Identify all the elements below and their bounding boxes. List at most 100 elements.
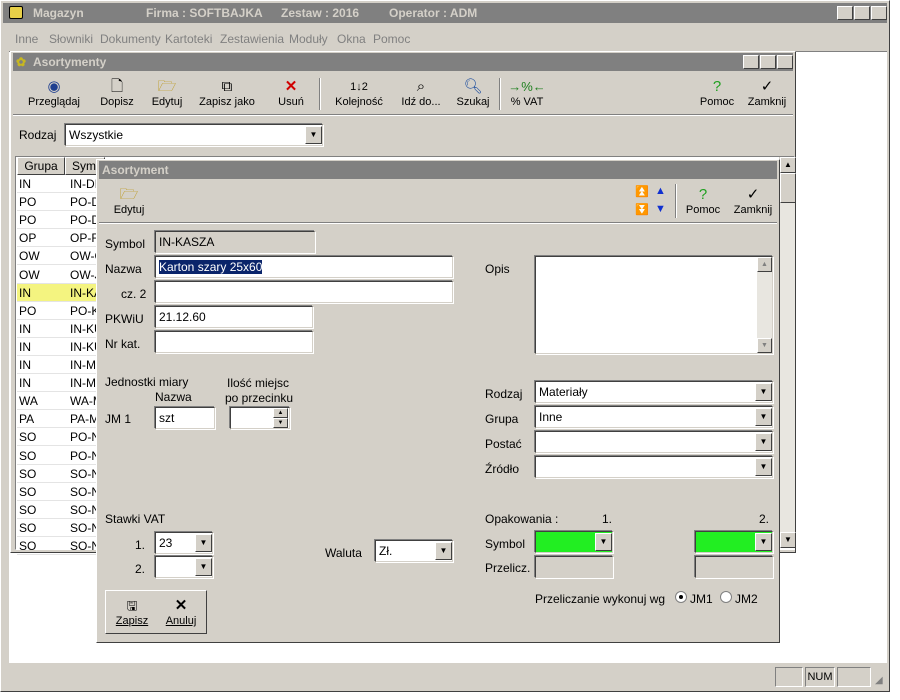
table-row[interactable]: OW OW-J	[17, 266, 107, 284]
zapisz-button[interactable]: 🖫 Zapisz	[111, 597, 153, 628]
nav-next-icon[interactable]: ▼	[655, 203, 666, 215]
menu-moduly[interactable]: Moduły	[289, 32, 328, 46]
radio-jm2[interactable]	[720, 591, 732, 603]
rodzaj-select[interactable]: Materiały	[535, 381, 773, 403]
table-row[interactable]: SO SO-N	[17, 483, 107, 501]
nazwa-input[interactable]: Karton szary 25x60	[155, 256, 453, 278]
przegladaj-button[interactable]: ◉ Przeglądaj	[27, 78, 81, 109]
zrodlo-dropdown-arrow[interactable]: ▼	[755, 458, 772, 476]
grupa-label: Grupa	[485, 412, 519, 426]
table-row[interactable]: WA WA-M	[17, 392, 107, 411]
menu-okna[interactable]: Okna	[337, 32, 366, 46]
usun-button[interactable]: ✕ Usuń	[273, 78, 309, 109]
cell-grupa: PA	[19, 412, 35, 427]
menu-dokumenty[interactable]: Dokumenty	[100, 32, 161, 46]
dialog-toolbar-bottom-line	[99, 222, 777, 224]
table-row[interactable]: PO PO-D	[17, 193, 107, 212]
table-row[interactable]: IN IN-KU	[17, 338, 107, 356]
zapisz-jako-button[interactable]: ⧉ Zapisz jako	[197, 78, 257, 109]
list-maximize-button[interactable]: □	[760, 55, 776, 69]
postac-dropdown-arrow[interactable]: ▼	[755, 433, 772, 451]
table-row[interactable]: IN IN-KU	[17, 320, 107, 338]
ilosc-spin-up[interactable]: ▲	[273, 408, 288, 418]
grid-scroll-up[interactable]: ▲	[780, 157, 796, 173]
jm1-input[interactable]: szt	[155, 407, 215, 429]
table-row[interactable]: PA PA-M	[17, 410, 107, 429]
list-close-button[interactable]: ✕	[777, 55, 793, 69]
maximize-button[interactable]: □	[854, 6, 870, 20]
opis-scroll-up[interactable]: ▲	[757, 257, 772, 272]
symbol-field: IN-KASZA	[155, 231, 315, 253]
table-row[interactable]: IN IN-M	[17, 356, 107, 374]
table-row[interactable]: SO SO-N	[17, 501, 107, 519]
table-row[interactable]: SO PO-N	[17, 428, 107, 447]
grid-scroll-thumb[interactable]	[780, 173, 796, 203]
cell-grupa: IN	[19, 358, 31, 372]
edytuj-button[interactable]: 🗁 Edytuj	[147, 78, 187, 109]
table-row[interactable]: SO SO-N	[17, 537, 107, 555]
grid-vscroll[interactable]: ▲ ▼	[779, 157, 796, 548]
cell-grupa: PO	[19, 303, 37, 318]
radio-jm1[interactable]	[675, 591, 687, 603]
menu-pomoc[interactable]: Pomoc	[373, 32, 410, 46]
table-row[interactable]: PO PO-K	[17, 302, 107, 320]
postac-select[interactable]	[535, 431, 773, 453]
opis-scroll-down[interactable]: ▼	[757, 338, 772, 353]
menu-slowniki[interactable]: Słowniki	[49, 32, 93, 46]
kolejnosc-button[interactable]: 1↓2 Kolejność	[331, 78, 387, 109]
menu-inne[interactable]: Inne	[15, 32, 38, 46]
opak2-dropdown-arrow[interactable]: ▼	[755, 533, 772, 551]
anuluj-button[interactable]: ✕ Anuluj	[161, 597, 201, 628]
cell-grupa: SO	[19, 430, 37, 445]
menu-kartoteki[interactable]: Kartoteki	[165, 32, 212, 46]
ilosc-spin-down[interactable]: ▼	[273, 418, 288, 428]
save-icon: 🖫	[126, 598, 138, 613]
table-row[interactable]: IN IN-DI	[17, 175, 107, 193]
list-zamknij-button[interactable]: ✓ Zamknij	[745, 78, 789, 109]
nav-first-icon[interactable]: ⏫	[635, 185, 649, 198]
vat-button[interactable]: →%← % VAT	[507, 78, 547, 109]
table-row[interactable]: SO SO-N	[17, 519, 107, 537]
nav-prev-icon[interactable]: ▲	[655, 185, 666, 197]
dopisz-button[interactable]: 🗋 Dopisz	[95, 78, 139, 109]
menu-zestawienia[interactable]: Zestawienia	[220, 32, 284, 46]
table-row[interactable]: IN IN-KA	[17, 283, 107, 302]
table-row[interactable]: SO SO-N	[17, 465, 107, 483]
opak1-dropdown-arrow[interactable]: ▼	[595, 533, 612, 551]
grupa-select[interactable]: Inne	[535, 406, 773, 428]
grid-scroll-down[interactable]: ▼	[780, 532, 796, 548]
table-row[interactable]: OW OW-C	[17, 247, 107, 266]
nav-last-icon[interactable]: ⏬	[635, 203, 649, 216]
table-row[interactable]: SO PO-N	[17, 447, 107, 465]
pkwiu-label: PKWiU	[105, 312, 144, 326]
szukaj-button[interactable]: 🔍︎ Szukaj	[453, 78, 493, 109]
rodzaj-dropdown-arrow[interactable]: ▼	[755, 383, 772, 401]
table-row[interactable]: PO PO-D	[17, 211, 107, 230]
close-button[interactable]: ✕	[871, 6, 887, 20]
rodzaj-filter-select[interactable]: Wszystkie	[65, 124, 323, 146]
grid-header-grupa[interactable]: Grupa	[17, 157, 65, 175]
rodzaj-filter-dropdown-arrow[interactable]: ▼	[305, 126, 322, 144]
zrodlo-select[interactable]	[535, 456, 773, 478]
grupa-dropdown-arrow[interactable]: ▼	[755, 408, 772, 426]
dialog-pomoc-button[interactable]: ? Pomoc	[683, 186, 723, 217]
cz2-input[interactable]	[155, 281, 453, 303]
minimize-button[interactable]: _	[837, 6, 853, 20]
resize-grip[interactable]: ◢	[875, 675, 887, 687]
dialog-title: Asortyment	[102, 163, 169, 177]
vat1-dropdown-arrow[interactable]: ▼	[195, 534, 212, 552]
dialog-zamknij-button[interactable]: ✓ Zamknij	[731, 186, 775, 217]
list-minimize-button[interactable]: _	[743, 55, 759, 69]
table-row[interactable]: IN IN-MS	[17, 374, 107, 393]
dialog-edytuj-button[interactable]: 🗁 Edytuj	[109, 186, 149, 217]
waluta-dropdown-arrow[interactable]: ▼	[435, 542, 452, 560]
pkwiu-input[interactable]: 21.12.60	[155, 306, 313, 328]
table-row[interactable]: OP OP-F	[17, 229, 107, 248]
cell-grupa: WA	[19, 394, 38, 409]
opis-textarea[interactable]	[535, 256, 773, 354]
opis-scrollbar[interactable]: ▲ ▼	[757, 257, 772, 353]
nrkat-input[interactable]	[155, 331, 313, 353]
list-pomoc-button[interactable]: ? Pomoc	[697, 78, 737, 109]
vat2-dropdown-arrow[interactable]: ▼	[195, 558, 212, 576]
idz-do-button[interactable]: ⌕ Idź do...	[399, 78, 443, 109]
